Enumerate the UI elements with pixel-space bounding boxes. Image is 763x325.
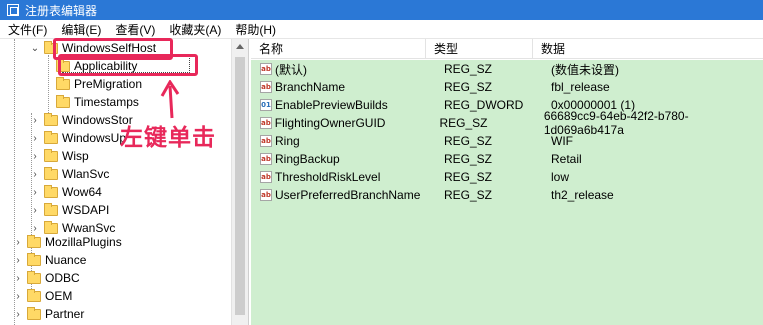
tree-item-nuance[interactable]: › Nuance: [13, 251, 86, 269]
chevron-right-icon[interactable]: ›: [30, 165, 40, 183]
string-value-icon: ab: [260, 171, 272, 183]
menu-favorites[interactable]: 收藏夹(A): [161, 21, 227, 38]
tree-scrollbar[interactable]: [231, 39, 248, 325]
chevron-right-icon[interactable]: ›: [30, 111, 40, 129]
folder-icon: [27, 252, 41, 266]
string-value-icon: ab: [260, 117, 272, 129]
value-row-userpreferredbranchname[interactable]: ab UserPreferredBranchName REG_SZ th2_re…: [251, 186, 763, 204]
chevron-right-icon[interactable]: ›: [13, 287, 23, 305]
tree-item-partner[interactable]: › Partner: [13, 305, 84, 323]
values-list: ab (默认) REG_SZ (数值未设置) ab BranchName REG…: [251, 60, 763, 325]
values-pane[interactable]: 名称 类型 数据 ab (默认) REG_SZ (数值未设置) ab Branc…: [251, 39, 763, 325]
scroll-up-arrow-icon[interactable]: [236, 44, 244, 49]
string-value-icon: ab: [260, 135, 272, 147]
string-value-icon: ab: [260, 153, 272, 165]
annotation-arrow-icon: [160, 80, 180, 119]
folder-icon: [27, 288, 41, 302]
window-title: 注册表编辑器: [25, 3, 98, 18]
registry-editor-icon: [7, 4, 19, 16]
column-type[interactable]: 类型: [426, 39, 533, 59]
value-row-branchname[interactable]: ab BranchName REG_SZ fbl_release: [251, 78, 763, 96]
chevron-right-icon[interactable]: ›: [13, 305, 23, 323]
folder-icon: [27, 234, 41, 248]
column-name[interactable]: 名称: [251, 39, 426, 59]
menu-bar: 文件(F) 编辑(E) 查看(V) 收藏夹(A) 帮助(H): [0, 20, 763, 39]
folder-icon: [44, 148, 58, 162]
column-data[interactable]: 数据: [533, 39, 763, 59]
tree-item-mozillaplugins[interactable]: › MozillaPlugins: [13, 233, 122, 251]
annotation-text: 左键单击: [120, 125, 216, 151]
folder-icon: [56, 76, 70, 90]
tree-item-timestamps[interactable]: Timestamps: [52, 93, 139, 111]
tree-item-wisp[interactable]: › Wisp: [30, 147, 89, 165]
value-row-default[interactable]: ab (默认) REG_SZ (数值未设置): [251, 60, 763, 78]
folder-icon: [27, 270, 41, 284]
folder-icon: [56, 94, 70, 108]
menu-file[interactable]: 文件(F): [0, 21, 53, 38]
chevron-right-icon[interactable]: ›: [30, 183, 40, 201]
folder-icon: [44, 184, 58, 198]
chevron-right-icon[interactable]: ›: [13, 251, 23, 269]
tree-item-windowsstore[interactable]: › WindowsStor: [30, 111, 133, 129]
chevron-right-icon[interactable]: ›: [13, 269, 23, 287]
folder-icon: [44, 166, 58, 180]
binary-value-icon: 01: [260, 99, 272, 111]
string-value-icon: ab: [260, 81, 272, 93]
title-bar: 注册表编辑器: [0, 0, 763, 20]
menu-help[interactable]: 帮助(H): [227, 21, 282, 38]
tree-item-wsdapi[interactable]: › WSDAPI: [30, 201, 109, 219]
string-value-icon: ab: [260, 189, 272, 201]
values-header: 名称 类型 数据: [251, 39, 763, 59]
folder-icon: [44, 130, 58, 144]
tree-item-windowsupdate[interactable]: › WindowsUp: [30, 129, 126, 147]
chevron-right-icon[interactable]: ›: [30, 129, 40, 147]
value-row-thresholdrisklevel[interactable]: ab ThresholdRiskLevel REG_SZ low: [251, 168, 763, 186]
scrollbar-thumb[interactable]: [235, 57, 245, 315]
chevron-right-icon[interactable]: ›: [30, 201, 40, 219]
tree-item-wow64[interactable]: › Wow64: [30, 183, 102, 201]
value-row-flightingownerguid[interactable]: ab FlightingOwnerGUID REG_SZ 66689cc9-64…: [251, 109, 763, 137]
chevron-right-icon[interactable]: ›: [13, 233, 23, 251]
tree-item-wlansvc[interactable]: › WlanSvc: [30, 165, 109, 183]
registry-tree[interactable]: ⌄ WindowsSelfHost Applicability PreMigra…: [0, 39, 249, 325]
tree-item-odbc[interactable]: › ODBC: [13, 269, 80, 287]
tree-item-premigration[interactable]: PreMigration: [52, 75, 142, 93]
folder-icon: [44, 220, 58, 234]
value-row-ring[interactable]: ab Ring REG_SZ WIF: [251, 132, 763, 150]
menu-edit[interactable]: 编辑(E): [53, 21, 107, 38]
annotation-box-applicability: [58, 54, 198, 76]
tree-item-oem[interactable]: › OEM: [13, 287, 72, 305]
value-row-ringbackup[interactable]: ab RingBackup REG_SZ Retail: [251, 150, 763, 168]
folder-icon: [27, 306, 41, 320]
menu-view[interactable]: 查看(V): [107, 21, 161, 38]
folder-icon: [44, 202, 58, 216]
string-value-icon: ab: [260, 63, 272, 75]
chevron-right-icon[interactable]: ›: [30, 147, 40, 165]
chevron-down-icon[interactable]: ⌄: [30, 39, 40, 57]
folder-icon: [44, 112, 58, 126]
